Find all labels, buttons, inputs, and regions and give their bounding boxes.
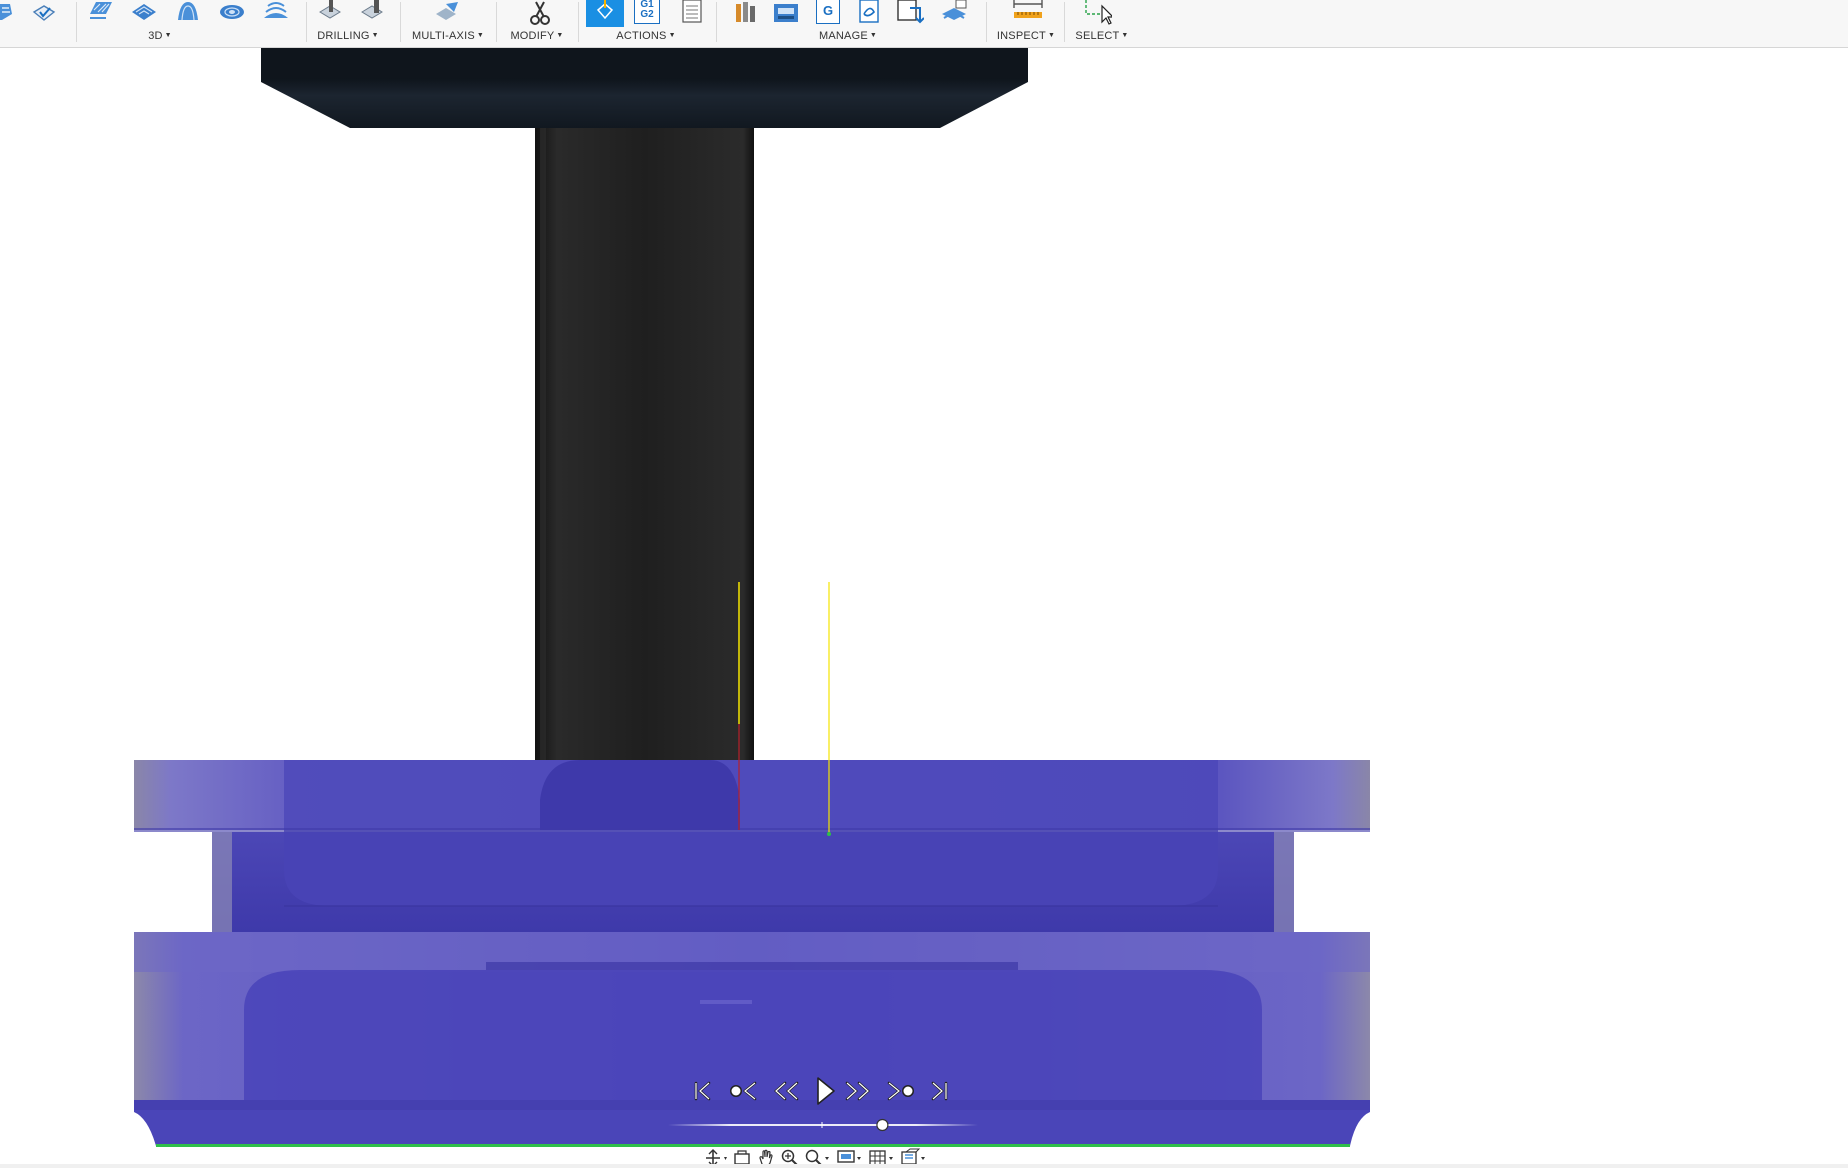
toolbar-group-select: SELECT ▼ xyxy=(1064,0,1144,47)
simulate-button[interactable] xyxy=(586,0,624,27)
next-operation-button[interactable] xyxy=(884,1076,918,1106)
scallop-icon[interactable] xyxy=(174,0,202,26)
timeline-track xyxy=(668,1118,978,1132)
graphics-viewport[interactable] xyxy=(0,48,1848,1168)
dropdown-caret-icon: ▼ xyxy=(371,32,379,39)
contour-icon[interactable] xyxy=(86,0,114,26)
drill-icon[interactable] xyxy=(316,0,344,26)
toolbar-group-actions: G1 G2 ACTIONS ▼ xyxy=(578,0,716,47)
next-operation-icon xyxy=(887,1081,914,1101)
bore-icon[interactable] xyxy=(358,0,386,26)
toolbar-group-modify: MODIFY ▼ xyxy=(496,0,578,47)
toolbar-label-3d[interactable]: 3D ▼ xyxy=(148,30,172,42)
step-back-icon xyxy=(774,1081,799,1101)
tool-shank xyxy=(535,128,754,760)
skip-to-start-icon xyxy=(694,1081,711,1101)
g-letter: G xyxy=(822,3,834,18)
toolbar-label-modify[interactable]: MODIFY ▼ xyxy=(510,30,563,42)
dropdown-caret-icon: ▼ xyxy=(668,32,676,39)
status-strip xyxy=(0,1164,1848,1168)
toolbar-label-inspect[interactable]: INSPECT ▼ xyxy=(997,30,1055,42)
toolbar-label-select[interactable]: SELECT ▼ xyxy=(1075,30,1128,42)
simulation-timeline[interactable] xyxy=(668,1118,978,1132)
window-select-icon[interactable] xyxy=(1084,0,1112,26)
play-icon xyxy=(817,1077,835,1105)
toolbar-group-drilling: DRILLING ▼ xyxy=(306,0,400,47)
toolbar-label-actions[interactable]: ACTIONS ▼ xyxy=(616,30,675,42)
parallel-icon[interactable] xyxy=(130,0,158,26)
step-forward-button[interactable] xyxy=(842,1076,872,1106)
toolbar-group-3d-ops: 3D ▼ xyxy=(86,0,306,47)
simulate-icon xyxy=(596,0,614,20)
machine-library-icon[interactable] xyxy=(772,0,800,26)
toolbar-group-inspect: INSPECT ▼ xyxy=(986,0,1064,47)
toolbar-label-multiaxis[interactable]: MULTI-AXIS ▼ xyxy=(412,30,484,42)
play-button[interactable] xyxy=(812,1076,838,1106)
toolbar-separator xyxy=(76,2,77,42)
tool-library-icon[interactable] xyxy=(732,0,760,26)
skip-to-end-button[interactable] xyxy=(926,1076,952,1106)
step-back-button[interactable] xyxy=(772,1076,802,1106)
skip-to-end-icon xyxy=(931,1081,948,1101)
toolbar: 3D ▼ DRILLING ▼ MULTI-AXIS ▼ MODIFY ▼ G1 G2 … xyxy=(0,0,1848,48)
previous-operation-icon xyxy=(730,1081,757,1101)
measure-icon[interactable] xyxy=(1012,0,1044,26)
dropdown-caret-icon: ▼ xyxy=(164,32,172,39)
post-library-button[interactable]: G xyxy=(816,0,840,24)
dropdown-caret-icon: ▼ xyxy=(1047,32,1056,39)
toolbar-group-multiaxis: MULTI-AXIS ▼ xyxy=(400,0,496,47)
tool-holder xyxy=(261,48,1028,128)
template-library-icon[interactable] xyxy=(856,0,884,26)
skip-to-start-button[interactable] xyxy=(690,1076,716,1106)
step-forward-icon xyxy=(845,1081,870,1101)
timeline-handle[interactable] xyxy=(876,1118,889,1132)
dropdown-caret-icon: ▼ xyxy=(1121,32,1129,39)
post-process-button[interactable]: G1 G2 xyxy=(634,0,660,24)
dropdown-caret-icon: ▼ xyxy=(556,32,564,39)
export-icon[interactable] xyxy=(896,0,924,26)
toolbar-label-manage[interactable]: MANAGE ▼ xyxy=(819,30,877,42)
nc-program-icon[interactable] xyxy=(940,0,968,26)
scissors-icon[interactable] xyxy=(526,0,554,26)
swarf-icon[interactable] xyxy=(434,0,462,26)
toolbar-label-drilling[interactable]: DRILLING ▼ xyxy=(317,30,378,42)
toolbar-group-3d xyxy=(0,0,76,47)
pocket-clearing-icon[interactable] xyxy=(30,0,58,26)
previous-operation-button[interactable] xyxy=(726,1076,760,1106)
spiral-icon[interactable] xyxy=(262,0,290,26)
dropdown-caret-icon: ▼ xyxy=(476,32,485,39)
adaptive-clearing-icon[interactable] xyxy=(0,0,18,26)
simulation-scene[interactable] xyxy=(0,48,1848,1168)
radial-icon[interactable] xyxy=(218,0,246,26)
g2-label: G2 xyxy=(640,9,654,20)
dropdown-caret-icon: ▼ xyxy=(869,32,878,39)
toolbar-group-manage: G MANAGE ▼ xyxy=(716,0,986,47)
setup-sheet-icon[interactable] xyxy=(678,0,706,26)
